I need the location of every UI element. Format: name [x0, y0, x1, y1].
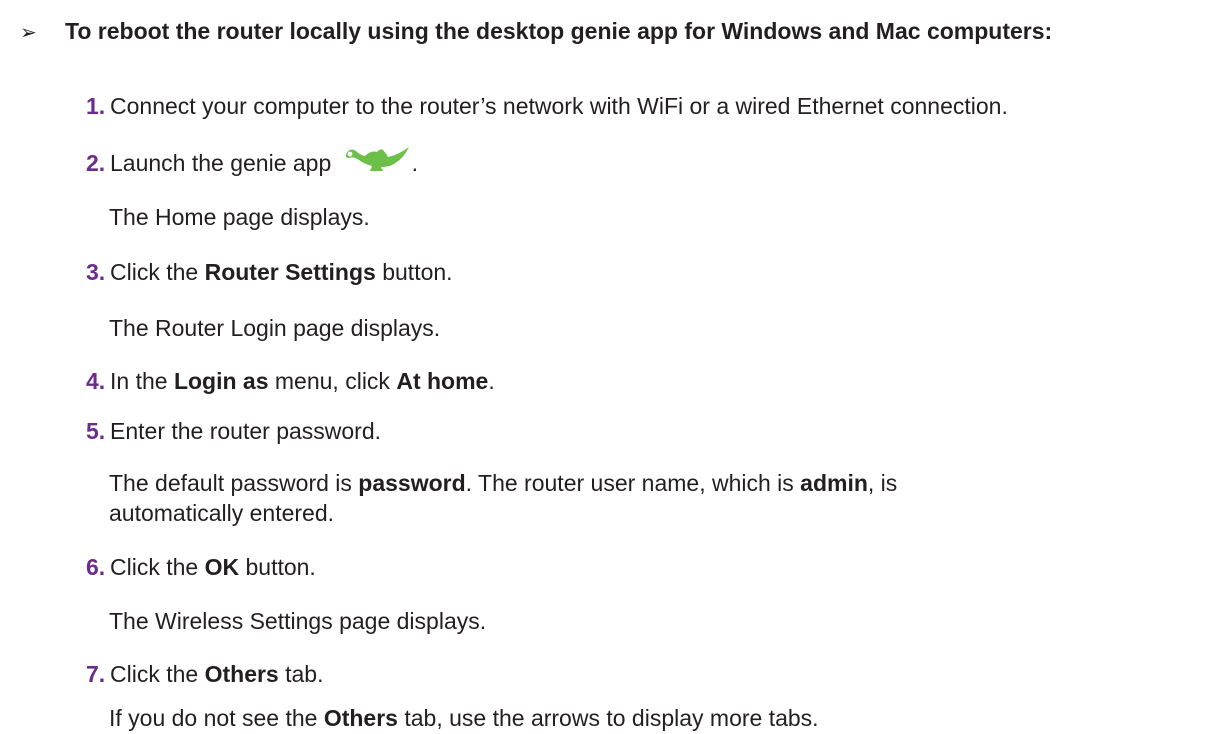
step-2: 2. Launch the genie app . [86, 146, 419, 180]
others-tab-label: Others [323, 705, 398, 731]
at-home-label: At home [396, 368, 489, 394]
step-number: 2. [86, 150, 106, 176]
router-settings-label: Router Settings [204, 259, 376, 285]
step-3-result: The Router Login page displays. [109, 315, 441, 341]
step-number: 5. [86, 418, 106, 444]
step-number: 3. [86, 259, 106, 285]
ok-label: OK [204, 554, 240, 580]
login-as-label: Login as [173, 368, 269, 394]
others-label: Others [204, 661, 279, 687]
step-5: 5. Enter the router password. [86, 417, 381, 445]
step-6-result: The Wireless Settings page displays. [109, 608, 487, 634]
step-2-result: The Home page displays. [109, 204, 370, 230]
step-7-note: If you do not see the Others tab, use th… [109, 705, 819, 731]
step-4: 4. In the Login as menu, click At home. [86, 368, 495, 394]
step-number: 7. [86, 661, 106, 687]
genie-lamp-icon [344, 144, 412, 180]
step-6: 6. Click the OK button. [86, 554, 316, 580]
step-text: Enter the router password. [110, 418, 382, 444]
step-text-period: . [411, 150, 419, 176]
procedure-heading-text: To reboot the router locally using the d… [65, 18, 1053, 44]
step-number: 4. [86, 368, 106, 394]
step-5-note: The default password is password. The ro… [109, 470, 898, 526]
default-password-value: password [358, 470, 466, 496]
step-text: Connect your computer to the router’s ne… [110, 93, 1008, 119]
step-number: 6. [86, 554, 106, 580]
step-3: 3. Click the Router Settings button. [86, 259, 453, 285]
step-text: Launch the genie app [110, 150, 332, 176]
step-1: 1. Connect your computer to the router’s … [86, 92, 1008, 120]
step-number: 1. [86, 93, 106, 119]
arrow-bullet-icon: ➢ [20, 22, 37, 44]
step-7: 7. Click the Others tab. [86, 661, 324, 687]
user-name-value: admin [800, 470, 868, 496]
procedure-heading: ➢ To reboot the router locally using the… [20, 16, 1200, 46]
